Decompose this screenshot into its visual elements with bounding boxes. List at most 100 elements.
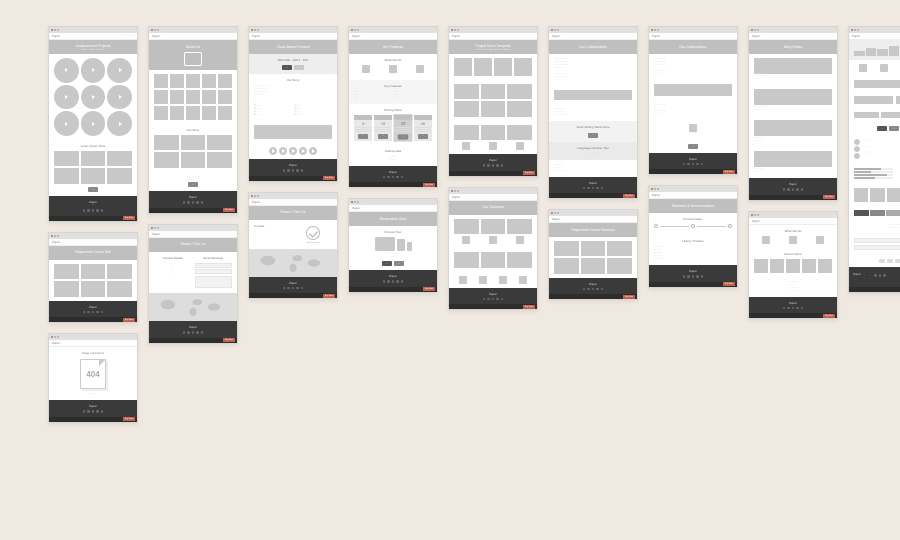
logo[interactable]: Paper xyxy=(52,341,60,345)
button[interactable]: — xyxy=(889,126,899,131)
page-title: Page not Found xyxy=(54,351,132,355)
checkmark-icon xyxy=(306,226,320,240)
blog-image[interactable] xyxy=(754,58,832,74)
avatar-icon xyxy=(854,139,860,145)
cta-button[interactable]: — xyxy=(188,182,198,187)
play-icon[interactable] xyxy=(54,85,79,110)
wireframe-portfolio: Paper•••• Undiscovered ProjectsVideos · … xyxy=(48,26,138,222)
buy-button[interactable]: Buy Now xyxy=(223,338,235,342)
desktop-icon xyxy=(375,237,395,251)
button[interactable]: — xyxy=(294,65,304,70)
feature-icon xyxy=(416,65,424,73)
email-input[interactable] xyxy=(195,269,233,274)
logo[interactable]: Paper xyxy=(52,240,60,244)
buy-button[interactable]: Buy Now xyxy=(723,170,735,174)
wireframe-collab: Paper Our Collaboration — — — — —— — — —… xyxy=(648,26,738,175)
buy-button[interactable]: Buy Now xyxy=(123,417,135,421)
tablet-icon xyxy=(397,239,405,251)
wireframe-mock: Paper Project Mock TemplateOverview · Pe… xyxy=(448,26,538,177)
play-icon[interactable] xyxy=(107,58,132,83)
wireframe-demo-premium: Paper Responsive Demo Premium Paper Buy … xyxy=(548,209,638,300)
social-icon[interactable] xyxy=(269,147,277,155)
play-icon[interactable] xyxy=(54,58,79,83)
cta-button[interactable]: — xyxy=(588,133,598,138)
tab-labels: Videos · Photos · Reviews xyxy=(81,49,104,51)
column-9: Paper•••• ——— ——— — — — — — — — — — — — … xyxy=(848,26,900,293)
column-2: Paper About Us Our Story — — — — —— — — … xyxy=(148,26,238,344)
buy-button[interactable]: Buy Now xyxy=(523,305,535,309)
play-icon[interactable] xyxy=(81,111,106,136)
social-icon[interactable] xyxy=(279,147,287,155)
play-icon[interactable] xyxy=(81,85,106,110)
play-icon[interactable] xyxy=(54,111,79,136)
social-icon[interactable] xyxy=(289,147,297,155)
buy-button[interactable]: Buy Now xyxy=(823,314,835,318)
thumb[interactable] xyxy=(54,168,79,183)
buy-button[interactable]: Buy Now xyxy=(323,294,335,298)
column-6: Paper Our Collaboration — — — — — —— — —… xyxy=(548,26,638,300)
pricing-plan[interactable]: 19— xyxy=(374,115,392,141)
wireframe-article: Paper Our Collaboration — — — — — —— — —… xyxy=(548,26,638,199)
play-icon[interactable] xyxy=(107,111,132,136)
page-title: Research & Documentation xyxy=(672,204,715,208)
buy-button[interactable]: Buy Now xyxy=(123,318,135,322)
buy-button[interactable]: Buy Now xyxy=(323,176,335,180)
name-input[interactable] xyxy=(195,263,233,268)
page-title: Responsive Demo Premium xyxy=(571,228,615,232)
buy-button[interactable]: Buy Now xyxy=(523,171,535,175)
feature-icon xyxy=(389,65,397,73)
buy-button[interactable]: Buy Now xyxy=(723,282,735,286)
buy-button[interactable]: Buy Now xyxy=(423,183,435,187)
column-3: Paper Cloud-Based Product SECURE · FAST … xyxy=(248,26,338,299)
page-title: Project Mock Template xyxy=(475,44,510,48)
thumb[interactable] xyxy=(81,151,106,166)
wireframe-about: Paper About Us Our Story — — — — —— — — … xyxy=(148,26,238,214)
image-placeholder xyxy=(254,125,332,139)
wireframe-contact: Paper Reach / Find Us Contact Details———… xyxy=(148,224,238,344)
button[interactable]: — xyxy=(282,65,292,70)
play-icon[interactable] xyxy=(107,85,132,110)
button[interactable]: — xyxy=(877,126,887,131)
cta-button[interactable]: — xyxy=(88,187,98,192)
feature-icon xyxy=(362,65,370,73)
thumb[interactable] xyxy=(107,151,132,166)
button[interactable]: — xyxy=(394,261,404,266)
pricing-plan[interactable]: 9— xyxy=(354,115,372,141)
step-icon xyxy=(654,224,658,228)
social-icon[interactable] xyxy=(299,147,307,155)
world-map[interactable] xyxy=(149,293,237,321)
social-icon[interactable] xyxy=(309,147,317,155)
nav-menu[interactable]: •••• xyxy=(125,35,134,37)
logo[interactable]: Paper xyxy=(52,34,60,38)
buy-button[interactable]: Buy Now xyxy=(623,194,635,198)
blog-image[interactable] xyxy=(754,89,832,105)
blog-image[interactable] xyxy=(754,120,832,136)
play-icon[interactable] xyxy=(81,58,106,83)
image-placeholder-icon xyxy=(184,52,202,66)
document-icon: 404 xyxy=(80,359,106,389)
page-title: Reach / Find Us xyxy=(280,210,305,214)
buy-button[interactable]: Buy Now xyxy=(123,216,135,220)
blog-image[interactable] xyxy=(754,151,832,167)
text-input[interactable] xyxy=(854,238,900,243)
page-title: Our Features xyxy=(383,45,404,49)
message-textarea[interactable] xyxy=(195,276,233,288)
text-input[interactable] xyxy=(854,245,900,250)
pricing-plan-featured[interactable]: 29— xyxy=(393,114,412,141)
buy-button[interactable]: Buy Now xyxy=(623,295,635,299)
buy-button[interactable]: Buy Now xyxy=(223,208,235,212)
tag[interactable]: — xyxy=(879,259,885,263)
button[interactable]: — xyxy=(382,261,392,266)
wireframe-demo: Paper Responsive Demo Site Paper Buy Now xyxy=(48,232,138,323)
world-map[interactable] xyxy=(249,249,337,277)
thumb[interactable] xyxy=(54,151,79,166)
thumb[interactable] xyxy=(107,168,132,183)
column-1: Paper•••• Undiscovered ProjectsVideos · … xyxy=(48,26,138,423)
pricing-plan[interactable]: 49— xyxy=(414,115,432,141)
buy-button[interactable]: Buy Now xyxy=(423,287,435,291)
page-title: Our Solutions xyxy=(482,205,503,209)
page-title: Blog Entries xyxy=(784,45,803,49)
cta-button[interactable]: — xyxy=(688,144,698,149)
thumb[interactable] xyxy=(81,168,106,183)
buy-button[interactable]: Buy Now xyxy=(823,195,835,199)
